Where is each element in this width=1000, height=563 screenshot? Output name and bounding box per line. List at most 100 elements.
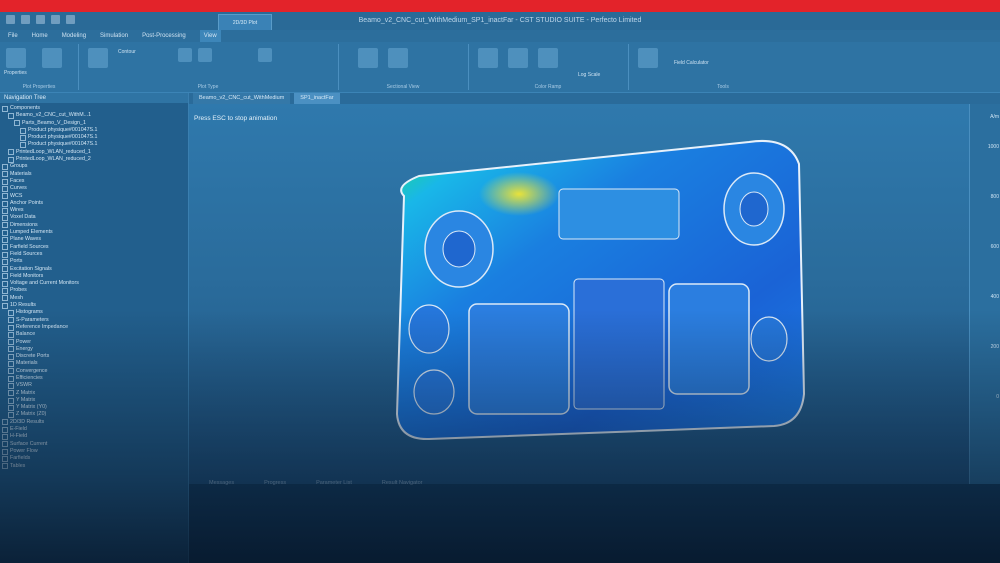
animate-fields-icon[interactable]	[42, 48, 62, 68]
menu-view[interactable]: View	[199, 30, 221, 42]
tree-item[interactable]: Power	[0, 339, 188, 346]
battery-left	[468, 303, 570, 415]
tree-item-label: 1D Results	[10, 302, 36, 309]
menu-home[interactable]: Home	[32, 30, 48, 42]
tree-item[interactable]: Histograms	[0, 309, 188, 316]
tree-item[interactable]: Tables	[0, 463, 188, 470]
navigation-tree-title: Navigation Tree	[0, 93, 188, 103]
tree-node-icon	[2, 222, 8, 229]
tree-item[interactable]: Farfields	[0, 455, 188, 462]
menu-simulation[interactable]: Simulation	[100, 30, 128, 42]
tree-item[interactable]: Product physique#001047S.1	[0, 134, 188, 141]
tree-item[interactable]: Surface Current	[0, 441, 188, 448]
reset-scaling-icon[interactable]	[508, 48, 528, 68]
tree-item[interactable]: Discrete Ports	[0, 353, 188, 360]
hotspot-marker	[479, 172, 559, 216]
tree-item[interactable]: Beamo_v2_CNC_cut_WithM...1	[0, 112, 188, 119]
tree-item-label: Groups	[10, 163, 28, 170]
tree-item[interactable]: Voltage and Current Monitors	[0, 280, 188, 287]
ribbon-group-sectional-view: Sectional View	[338, 44, 469, 90]
tree-item[interactable]: 1D Results	[0, 302, 188, 309]
plot-type-combo[interactable]: Contour	[118, 49, 136, 55]
navigation-tree-panel: Navigation Tree Components Beamo_v2_CNC_c…	[0, 93, 189, 563]
fields-on-plane-icon[interactable]	[358, 48, 378, 68]
tree-item[interactable]: PrintedLoop_WLAN_reduced_1	[0, 149, 188, 156]
tree-item[interactable]: WCS	[0, 193, 188, 200]
tree-item[interactable]: Anchor Points	[0, 200, 188, 207]
tree-item-label: E-Field	[10, 426, 27, 433]
menu-post-processing[interactable]: Post-Processing	[142, 30, 186, 42]
tree-item[interactable]: Probes	[0, 287, 188, 295]
tab-messages[interactable]: Messages	[209, 480, 234, 486]
tree-node-icon	[2, 280, 8, 287]
tree-item[interactable]: E-Field	[0, 426, 188, 433]
3d-viewport[interactable]	[189, 104, 969, 484]
tree-item[interactable]: Ports	[0, 258, 188, 265]
tree-item[interactable]: H-Field	[0, 433, 188, 440]
tree-item-label: VSWR	[16, 382, 32, 389]
tree-item[interactable]: S-Parameters	[0, 317, 188, 324]
tree-item[interactable]: Dimensions	[0, 222, 188, 229]
properties-icon[interactable]	[6, 48, 26, 68]
tree-item-label: Reference Impedance	[16, 323, 69, 330]
tree-item[interactable]: Convergence	[0, 368, 188, 375]
legend-unit: A/m	[990, 114, 999, 120]
tree-item[interactable]: Reference Impedance	[0, 324, 188, 331]
spectral-scaling-icon[interactable]	[538, 48, 558, 68]
tree-item[interactable]: Y Matrix (Y0)	[0, 404, 188, 411]
menu-file[interactable]: File	[8, 30, 18, 42]
tab-result-navigator[interactable]: Result Navigator	[382, 480, 423, 486]
iso-surface-icon[interactable]	[258, 48, 272, 62]
plot-mode-icon[interactable]	[88, 48, 108, 68]
tree-item[interactable]: Voxel Data	[0, 214, 188, 222]
arrows-icon[interactable]	[178, 48, 192, 62]
tree-item[interactable]: Efficiencies	[0, 375, 188, 382]
result-scaling-icon[interactable]	[478, 48, 498, 68]
tree-item[interactable]: Energy	[0, 346, 188, 353]
tree-item[interactable]: Y Matrix	[0, 397, 188, 404]
tree-item[interactable]: Components	[0, 105, 188, 112]
group-label: Plot Type	[197, 84, 219, 90]
tree-item[interactable]: Materials	[0, 171, 188, 178]
tab-parameter-list[interactable]: Parameter List	[316, 480, 352, 486]
tree-item[interactable]: Groups	[0, 163, 188, 171]
ribbon: Properties Plot Properties Contour Plot …	[0, 42, 1000, 93]
result-templates-icon[interactable]	[638, 48, 658, 68]
cutting-plane-icon[interactable]	[388, 48, 408, 68]
tree-item[interactable]: VSWR	[0, 382, 188, 389]
tree-item[interactable]: Product physique#001047S.1	[0, 127, 188, 134]
tree-item[interactable]: Materials	[0, 360, 188, 368]
log-scale-checkbox[interactable]: Log Scale	[578, 72, 600, 78]
tree-item[interactable]: Z Matrix (Z0)	[0, 411, 188, 419]
tab-result[interactable]: SP1_inactFar	[294, 93, 340, 104]
group-label: Tools	[717, 84, 729, 90]
tree-item-label: Product physique#001047S.1	[28, 141, 98, 148]
tree-item[interactable]: Product physique#001047S.1	[0, 141, 188, 149]
tree-item[interactable]: Mesh	[0, 295, 188, 302]
tree-item-label: Convergence	[16, 367, 48, 374]
tree-item[interactable]: Balance	[0, 331, 188, 338]
tree-item[interactable]: Lumped Elements	[0, 229, 188, 236]
tree-item[interactable]: Field Monitors	[0, 273, 188, 280]
menu-modeling[interactable]: Modeling	[62, 30, 86, 42]
tree-node-icon	[2, 229, 8, 236]
tree-item[interactable]: 2D/3D Results	[0, 419, 188, 426]
tree-item[interactable]: Power Flow	[0, 448, 188, 455]
tree-node-icon	[2, 258, 8, 265]
tree-item[interactable]: PrintedLoop_WLAN_reduced_2	[0, 156, 188, 163]
tree-item-label: Product physique#001047S.1	[28, 126, 98, 133]
contour-icon[interactable]	[198, 48, 212, 62]
tree-item-label: Curves	[10, 185, 27, 192]
field-calculator-button[interactable]: Field Calculator	[674, 60, 709, 66]
tree-item[interactable]: Curves	[0, 185, 188, 192]
tab-model[interactable]: Beamo_v2_CNC_cut_WithMedium	[193, 93, 291, 104]
tab-progress[interactable]: Progress	[264, 480, 286, 486]
tree-item[interactable]: Z Matrix	[0, 390, 188, 397]
tree-item[interactable]: Parts_Beamo_V_Design_1	[0, 120, 188, 127]
tree-item[interactable]: Faces	[0, 178, 188, 185]
tree-item[interactable]: Excitation Signals	[0, 266, 188, 273]
tree-item[interactable]: Plane Waves	[0, 236, 188, 243]
tree-item[interactable]: Farfield Sources	[0, 244, 188, 251]
tree-item[interactable]: Field Sources	[0, 251, 188, 258]
tree-item[interactable]: Wires	[0, 207, 188, 214]
